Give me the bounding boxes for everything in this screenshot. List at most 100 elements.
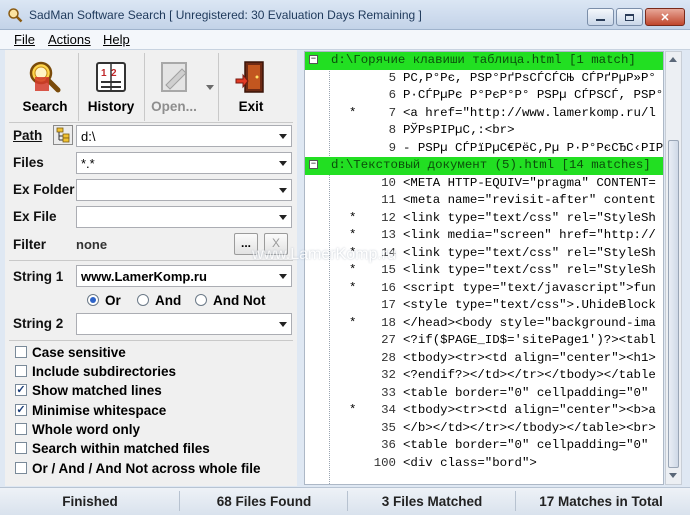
open-dropdown-arrow-icon[interactable] bbox=[206, 85, 214, 90]
history-button[interactable]: 1 2 History bbox=[80, 53, 142, 121]
result-line-row[interactable]: 33 <table border="0" cellpadding="0" bbox=[305, 385, 663, 403]
match-marker: * bbox=[349, 245, 357, 260]
result-line-row[interactable]: 11 <meta name="revisit-after" content bbox=[305, 192, 663, 210]
result-line-row[interactable]: 10 <META HTTP-EQUIV="pragma" CONTENT= bbox=[305, 175, 663, 193]
radio-andnot[interactable]: And Not bbox=[195, 292, 265, 308]
menu-file[interactable]: File bbox=[14, 32, 35, 47]
line-number: 15 bbox=[381, 263, 396, 277]
line-number: 6 bbox=[388, 88, 396, 102]
search-button[interactable]: Search bbox=[13, 53, 77, 121]
result-line-row[interactable]: 5 РС,Р°Рє, РЅР°РґРѕСЃСЃСЊ СЃРґРµР»Р° bbox=[305, 70, 663, 88]
radio-and[interactable]: And bbox=[137, 292, 181, 308]
chevron-down-icon bbox=[279, 134, 287, 139]
title-bar: SadMan Software Search [ Unregistered: 3… bbox=[0, 0, 690, 30]
scroll-up-arrow-icon[interactable] bbox=[669, 57, 677, 62]
line-text: <link type="text/css" rel="StyleSh bbox=[403, 210, 656, 225]
exfile-label: Ex File bbox=[13, 209, 57, 224]
close-icon: ✕ bbox=[660, 11, 670, 24]
result-line-row[interactable]: * 12 <link type="text/css" rel="StyleSh bbox=[305, 210, 663, 228]
result-line-row[interactable]: 27 <?if($PAGE_ID$='sitePage1')?><tabl bbox=[305, 332, 663, 350]
line-number: 27 bbox=[381, 333, 396, 347]
radio-and-dot bbox=[137, 294, 149, 306]
path-label: Path bbox=[13, 128, 43, 143]
exit-button[interactable]: Exit bbox=[223, 53, 279, 121]
collapse-icon[interactable]: − bbox=[309, 160, 318, 169]
result-line-row[interactable]: * 13 <link media="screen" href="http:// bbox=[305, 227, 663, 245]
option-show-matched-lines[interactable]: ✓ Show matched lines bbox=[15, 382, 162, 398]
chevron-down-icon bbox=[279, 215, 287, 220]
files-combo[interactable]: *.* bbox=[76, 152, 292, 174]
string1-combo[interactable]: www.LamerKomp.ru bbox=[76, 265, 292, 287]
match-marker: * bbox=[349, 315, 357, 330]
checkbox bbox=[15, 365, 27, 377]
line-text: <link type="text/css" rel="StyleSh bbox=[403, 263, 656, 277]
line-number: 7 bbox=[388, 105, 396, 120]
result-line-row[interactable]: 28 <tbody><tr><td align="center"><h1> bbox=[305, 350, 663, 368]
radio-or-label: Or bbox=[105, 292, 121, 308]
result-line-row[interactable]: * 15 <link type="text/css" rel="StyleSh bbox=[305, 262, 663, 280]
option-minimise-whitespace[interactable]: ✓ Minimise whitespace bbox=[15, 402, 166, 418]
browse-folder-button[interactable] bbox=[53, 125, 73, 145]
exfolder-combo[interactable] bbox=[76, 179, 292, 201]
path-value: d:\ bbox=[81, 129, 96, 144]
option-case-sensitive[interactable]: Case sensitive bbox=[15, 344, 126, 360]
result-line-row[interactable]: 9 - РЅРµ СЃРїРµС€РёС‚Рµ Р·Р°РєСЂС‹РІР bbox=[305, 140, 663, 158]
menu-help[interactable]: Help bbox=[103, 32, 130, 47]
result-file-row[interactable]: − d:\Текстовый документ (5).html [14 matc… bbox=[305, 157, 663, 175]
line-text: <tbody><tr><td align="center"><b>a bbox=[403, 403, 656, 417]
scroll-down-arrow-icon[interactable] bbox=[669, 473, 677, 478]
exfile-combo[interactable] bbox=[76, 206, 292, 228]
result-file-name: d:\Горячие клавиши таблица.html [1 match… bbox=[331, 53, 636, 67]
radio-or-dot bbox=[87, 294, 99, 306]
result-line-row[interactable]: * 14 <link type="text/css" rel="StyleSh bbox=[305, 245, 663, 263]
collapse-icon[interactable]: − bbox=[309, 55, 318, 64]
option-search-within-matched[interactable]: Search within matched files bbox=[15, 440, 210, 456]
results-pane[interactable]: − d:\Горячие клавиши таблица.html [1 matc… bbox=[304, 51, 664, 485]
filter-clear-button[interactable]: X bbox=[264, 233, 288, 255]
status-state: Finished bbox=[62, 493, 118, 509]
files-label: Files bbox=[13, 155, 44, 170]
close-button[interactable]: ✕ bbox=[645, 8, 685, 26]
result-line-row[interactable]: 8 РЎРѕРІРµС‚:<br> bbox=[305, 122, 663, 140]
result-line-row[interactable]: * 18 </head><body style="background-ima bbox=[305, 315, 663, 333]
string2-combo[interactable] bbox=[76, 313, 292, 335]
option-label: Show matched lines bbox=[32, 382, 162, 398]
line-number: 35 bbox=[381, 420, 396, 435]
result-line-row[interactable]: 100 <div class="bord"> bbox=[305, 455, 663, 473]
menu-bar: File Actions Help bbox=[0, 30, 690, 50]
line-text: <link type="text/css" rel="StyleSh bbox=[403, 245, 656, 260]
line-text: <table border="0" cellpadding="0" bbox=[403, 385, 649, 400]
path-combo[interactable]: d:\ bbox=[76, 125, 292, 147]
scroll-thumb[interactable] bbox=[668, 140, 679, 468]
result-line-row[interactable]: 17 <style type="text/css">.UhideBlock bbox=[305, 297, 663, 315]
option-across-whole-file[interactable]: Or / And / And Not across whole file bbox=[15, 460, 261, 476]
open-button[interactable]: Open... bbox=[146, 53, 202, 121]
option-include-subdirectories[interactable]: Include subdirectories bbox=[15, 363, 176, 379]
filter-edit-button[interactable]: ... bbox=[234, 233, 258, 255]
result-line-row[interactable]: 32 <?endif?></td></tr></tbody></table bbox=[305, 367, 663, 385]
option-whole-word-only[interactable]: Whole word only bbox=[15, 421, 140, 437]
maximize-icon bbox=[625, 13, 634, 21]
result-line-row[interactable]: * 7 <a href="http://www.lamerkomp.ru/l bbox=[305, 105, 663, 123]
line-number: 36 bbox=[381, 438, 396, 452]
status-matches-total: 17 Matches in Total bbox=[539, 493, 663, 509]
radio-or[interactable]: Or bbox=[87, 292, 121, 308]
svg-text:1: 1 bbox=[101, 68, 107, 79]
results-scrollbar[interactable] bbox=[665, 51, 682, 485]
result-file-row[interactable]: − d:\Горячие клавиши таблица.html [1 matc… bbox=[305, 52, 663, 70]
menu-actions[interactable]: Actions bbox=[48, 32, 91, 47]
chevron-down-icon bbox=[279, 274, 287, 279]
filter-value: none bbox=[76, 237, 108, 252]
line-text: <META HTTP-EQUIV="pragma" CONTENT= bbox=[403, 175, 656, 190]
option-label: Whole word only bbox=[32, 421, 140, 437]
result-line-row[interactable]: 36 <table border="0" cellpadding="0" bbox=[305, 437, 663, 455]
line-text: <style type="text/css">.UhideBlock bbox=[403, 298, 656, 312]
result-line-row[interactable]: 35 </b></td></tr></tbody></table><br> bbox=[305, 420, 663, 438]
maximize-button[interactable] bbox=[616, 8, 643, 26]
exfolder-label: Ex Folder bbox=[13, 182, 75, 197]
result-line-row[interactable]: * 16 <script type="text/javascript">fun bbox=[305, 280, 663, 298]
minimize-button[interactable] bbox=[587, 8, 614, 26]
option-label: Minimise whitespace bbox=[32, 402, 167, 418]
result-line-row[interactable]: 6 Р·СЃРµРє Р°РєР°Р° РЅРµ СЃРЅСЃ, РЅР°РґР bbox=[305, 87, 663, 105]
result-line-row[interactable]: * 34 <tbody><tr><td align="center"><b>a bbox=[305, 402, 663, 420]
